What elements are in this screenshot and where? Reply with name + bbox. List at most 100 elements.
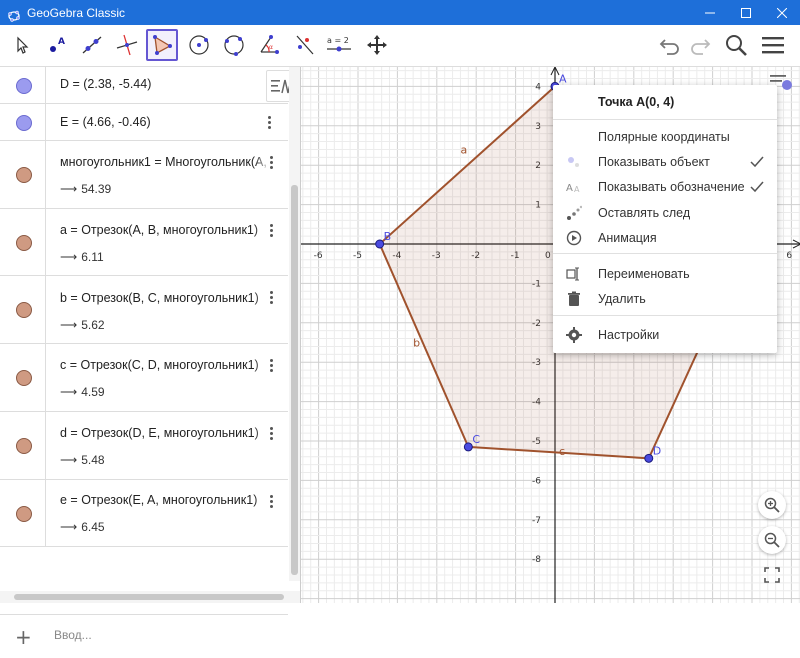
algebra-object-row[interactable]: c = Отрезок(C, D, многоугольник1) ⟶ 4.59	[0, 344, 288, 412]
context-menu-item-label: Удалить	[598, 292, 646, 306]
algebra-definition[interactable]: D = (2.38, -5.44)	[60, 77, 260, 91]
value-number: 54.39	[81, 182, 112, 196]
visibility-toggle-icon[interactable]	[16, 167, 32, 183]
visibility-toggle-icon[interactable]	[16, 114, 32, 131]
main-menu-button[interactable]	[759, 31, 787, 59]
more-options-icon[interactable]	[268, 358, 274, 374]
value-number: 6.45	[81, 520, 105, 534]
algebra-input-row[interactable]: + Ввод...	[0, 614, 288, 658]
y-tick-label: 4	[535, 82, 541, 92]
context-menu-item-label: Показывать обозначение	[598, 180, 745, 194]
algebra-definition[interactable]: a = Отрезок(A, B, многоугольник1)	[60, 223, 272, 237]
circle-three-points-button[interactable]	[218, 29, 250, 61]
move-graphics-view-button[interactable]	[361, 29, 393, 61]
algebra-object-row[interactable]: b = Отрезок(B, C, многоугольник1) ⟶ 5.62	[0, 276, 288, 344]
context-menu-item[interactable]: Переименовать	[553, 262, 777, 286]
point-marker[interactable]	[463, 442, 473, 452]
y-tick-label: -8	[532, 555, 541, 565]
algebra-object-row[interactable]: d = Отрезок(D, E, многоугольник1) ⟶ 5.48	[0, 412, 288, 480]
more-options-icon[interactable]	[268, 290, 274, 306]
title-bar: GeoGebra Classic	[0, 0, 800, 25]
algebra-vertical-scrollbar[interactable]	[289, 67, 300, 581]
zoom-out-button[interactable]	[758, 526, 786, 554]
visibility-toggle-cell	[0, 412, 46, 479]
fullscreen-button[interactable]	[763, 566, 781, 584]
point-label: A	[559, 72, 567, 85]
context-menu-item[interactable]: Полярные координаты	[553, 125, 777, 149]
more-options-icon[interactable]	[266, 115, 272, 131]
more-options-icon[interactable]	[268, 494, 274, 510]
context-menu-item[interactable]: Анимация	[553, 226, 777, 250]
algebra-view: D = (2.38, -5.44) E = (4.66, -0.46) многоу…	[0, 67, 300, 658]
move-tool-button[interactable]	[6, 29, 38, 61]
point-tool-button[interactable]: A	[41, 29, 73, 61]
algebra-horizontal-scrollbar[interactable]	[0, 591, 300, 603]
context-menu-item[interactable]: Оставлять след	[553, 201, 777, 225]
algebra-value: ⟶ 54.39	[60, 182, 111, 196]
visibility-toggle-icon[interactable]	[16, 302, 32, 318]
point-marker[interactable]	[375, 239, 385, 249]
algebra-definition[interactable]: c = Отрезок(C, D, многоугольник1)	[60, 358, 272, 372]
more-options-icon[interactable]	[268, 155, 274, 171]
polygon-tool-icon	[153, 35, 172, 55]
context-menu-item[interactable]: Удалить	[553, 287, 777, 311]
algebra-definition[interactable]: d = Отрезок(D, E, многоугольник1)	[60, 426, 272, 440]
line-tool-button[interactable]	[76, 29, 108, 61]
search-button[interactable]	[722, 31, 750, 59]
x-tick-label: 6	[786, 251, 792, 261]
reflect-tool-button[interactable]	[288, 29, 320, 61]
point-marker[interactable]	[644, 453, 654, 463]
visibility-toggle-icon[interactable]	[16, 235, 32, 251]
line-tool-icon	[82, 36, 102, 54]
slider-tool-button[interactable]: a = 2	[323, 29, 355, 61]
menu-icon	[762, 37, 784, 54]
algebra-object-row[interactable]: e = Отрезок(E, A, многоугольник1) ⟶ 6.45	[0, 480, 288, 547]
circle-center-point-button[interactable]	[183, 29, 215, 61]
visibility-toggle-icon[interactable]	[16, 370, 32, 386]
angle-tool-icon: α	[260, 35, 279, 54]
menu-separator	[553, 315, 777, 316]
value-number: 6.11	[81, 250, 104, 264]
polygon-tool-button[interactable]	[146, 29, 178, 61]
algebra-definition[interactable]: b = Отрезок(B, C, многоугольник1)	[60, 291, 272, 305]
redo-button[interactable]	[686, 31, 714, 59]
maximize-button[interactable]	[728, 0, 764, 25]
context-menu-item[interactable]: Показывать объект	[553, 150, 777, 174]
context-menu-item-label: Анимация	[598, 231, 657, 245]
algebra-definition[interactable]: многоугольник1 = Многоугольник(A, B,	[60, 155, 272, 169]
angle-tool-button[interactable]: α	[253, 29, 285, 61]
zoom-in-button[interactable]	[758, 491, 786, 519]
show-label-icon: AA	[566, 179, 582, 195]
algebra-object-row[interactable]: многоугольник1 = Многоугольник(A, B, ⟶ 54.…	[0, 141, 288, 209]
more-options-icon[interactable]	[268, 223, 274, 239]
add-icon[interactable]: +	[15, 625, 32, 649]
context-menu-item[interactable]: A A Показывать обозначение	[553, 175, 777, 199]
visibility-toggle-icon[interactable]	[16, 438, 32, 454]
undo-button[interactable]	[656, 31, 684, 59]
algebra-definition[interactable]: E = (4.66, -0.46)	[60, 115, 260, 129]
fullscreen-icon	[764, 567, 780, 583]
perpendicular-line-icon	[116, 34, 138, 56]
circle-three-points-icon	[224, 35, 244, 56]
show-object-icon	[566, 154, 582, 170]
value-arrow: ⟶	[60, 385, 78, 399]
visibility-toggle-cell	[0, 209, 46, 275]
minimize-button[interactable]	[692, 0, 728, 25]
svg-text:A: A	[566, 183, 573, 194]
move-tool-icon	[17, 36, 29, 54]
algebra-input-placeholder: Ввод...	[54, 628, 92, 642]
context-menu-item[interactable]: Настройки	[553, 323, 777, 347]
algebra-definition[interactable]: e = Отрезок(E, A, многоугольник1)	[60, 493, 272, 507]
algebra-point-row[interactable]: E = (4.66, -0.46)	[0, 104, 288, 141]
algebra-point-row[interactable]: D = (2.38, -5.44)	[0, 67, 288, 104]
algebra-object-row[interactable]: a = Отрезок(A, B, многоугольник1) ⟶ 6.11	[0, 209, 288, 276]
visibility-toggle-icon[interactable]	[16, 77, 32, 94]
zoom-in-icon	[764, 497, 780, 513]
context-menu-item-label: Настройки	[598, 328, 660, 342]
visibility-toggle-icon[interactable]	[16, 506, 32, 522]
close-button[interactable]	[764, 0, 800, 25]
algebra-value: ⟶ 4.59	[60, 385, 105, 399]
perpendicular-line-button[interactable]	[111, 29, 143, 61]
point-tool-icon: A	[50, 37, 65, 52]
more-options-icon[interactable]	[268, 426, 274, 442]
